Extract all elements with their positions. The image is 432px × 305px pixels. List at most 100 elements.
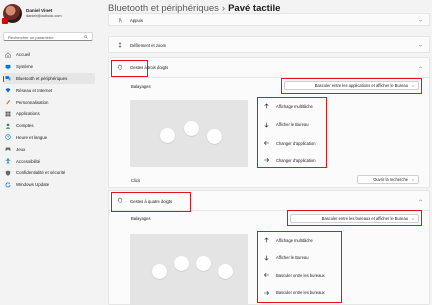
sidebar-item-jeux[interactable]: Jeux bbox=[3, 143, 95, 155]
four-finger-swipes-label: Balayages bbox=[131, 216, 151, 221]
home-icon bbox=[5, 52, 11, 58]
hand-icon bbox=[117, 197, 123, 203]
gaming-icon bbox=[5, 147, 11, 152]
network-icon bbox=[5, 88, 11, 93]
bluetooth-icon bbox=[5, 76, 11, 81]
arrow-left-icon bbox=[263, 140, 269, 146]
dropdown-value: Basculer entre les bureaux et afficher l… bbox=[321, 216, 408, 221]
chevron-up-icon[interactable] bbox=[418, 198, 423, 203]
sidebar-item-windows-update[interactable]: Windows Update bbox=[3, 179, 95, 191]
sidebar-item-label: Heure et langue bbox=[16, 134, 48, 140]
time-language-icon bbox=[5, 134, 11, 141]
arrow-right-icon bbox=[264, 157, 270, 163]
four-finger-swipes-dropdown[interactable]: Basculer entre les bureaux et afficher l… bbox=[290, 214, 419, 223]
sidebar-item-heure-langue[interactable]: Heure et langue bbox=[3, 132, 95, 144]
finger-dot bbox=[184, 121, 199, 136]
chevron-down-icon bbox=[411, 218, 415, 220]
three-finger-title[interactable]: Gestes à trois doigts bbox=[130, 65, 168, 70]
avatar-badge bbox=[2, 18, 8, 24]
three-finger-option-down[interactable]: Afficher le Bureau bbox=[263, 120, 308, 130]
finger-dot bbox=[218, 264, 233, 279]
user-profile[interactable]: Daniel Vinet danielt@outlook.com bbox=[2, 4, 62, 24]
arrow-left-icon bbox=[263, 272, 269, 278]
sidebar-item-comptes[interactable]: Comptes bbox=[3, 120, 95, 132]
system-icon bbox=[5, 64, 11, 69]
divider bbox=[108, 77, 430, 78]
option-label: Afficher le Bureau bbox=[276, 122, 309, 127]
search-icon bbox=[84, 35, 88, 39]
tap-icon bbox=[119, 17, 123, 23]
option-label: Changer d'application bbox=[276, 140, 316, 146]
accessibility-icon bbox=[5, 158, 11, 164]
sidebar-item-reseau[interactable]: Réseau et Internet bbox=[3, 84, 95, 96]
arrow-right-icon bbox=[264, 290, 270, 295]
four-finger-title[interactable]: Gestes à quatre doigts bbox=[130, 199, 172, 204]
option-label: Changer d'application bbox=[276, 157, 316, 163]
sidebar-item-label: Système bbox=[16, 64, 34, 70]
hand-icon bbox=[117, 64, 123, 70]
four-finger-option-left[interactable]: Basculer entre les bureaux bbox=[263, 270, 325, 280]
accounts-icon bbox=[5, 123, 11, 129]
sidebar-item-accueil[interactable]: Accueil bbox=[3, 49, 95, 61]
shield-icon bbox=[5, 170, 11, 176]
sidebar-item-label: Jeux bbox=[16, 146, 26, 152]
avatar bbox=[2, 4, 22, 24]
option-label: Affichage multitâche bbox=[276, 237, 313, 243]
finger-dot bbox=[207, 129, 222, 144]
sidebar-item-systeme[interactable]: Système bbox=[3, 61, 95, 73]
windows-update-icon bbox=[5, 182, 11, 188]
profile-email: danielt@outlook.com bbox=[26, 14, 62, 18]
chevron-down-icon bbox=[418, 44, 423, 47]
sidebar-item-label: Applications bbox=[16, 111, 40, 117]
three-finger-taps-dropdown[interactable]: Ouvrir la recherche bbox=[357, 175, 419, 184]
dropdown-value: Basculer entre les applications et affic… bbox=[314, 83, 408, 88]
four-finger-option-up[interactable]: Affichage multitâche bbox=[263, 235, 313, 245]
sidebar-item-label: Confidentialité et sécurité bbox=[16, 170, 66, 176]
sidebar-item-label: Comptes bbox=[16, 123, 34, 129]
sidebar-item-confidentialite[interactable]: Confidentialité et sécurité bbox=[3, 167, 95, 179]
finger-dot bbox=[152, 264, 167, 279]
divider bbox=[108, 210, 430, 211]
arrow-down-icon bbox=[264, 255, 269, 261]
search-placeholder: Rechercher un paramètre bbox=[8, 35, 54, 40]
finger-dot bbox=[174, 256, 189, 271]
three-finger-option-left[interactable]: Changer d'application bbox=[263, 138, 315, 148]
four-finger-option-right[interactable]: Basculer entre les bureaux bbox=[263, 288, 325, 298]
three-finger-option-right[interactable]: Changer d'application bbox=[263, 155, 315, 165]
three-finger-taps-label: Clics bbox=[131, 178, 141, 183]
option-label: Affichage multitâche bbox=[276, 103, 313, 109]
appuis-card[interactable]: Appuis bbox=[108, 13, 430, 26]
arrow-down-icon bbox=[264, 122, 269, 128]
personalization-icon bbox=[6, 99, 11, 105]
three-finger-option-up[interactable]: Affichage multitâche bbox=[263, 101, 313, 111]
arrow-up-icon bbox=[264, 103, 269, 109]
sidebar-item-personnalisation[interactable]: Personnalisation bbox=[3, 96, 95, 108]
sidebar-item-bluetooth[interactable]: Bluetooth et périphériques bbox=[3, 72, 95, 85]
sidebar-nav: Accueil Système Bluetooth et périphériqu… bbox=[3, 49, 95, 191]
scroll-zoom-label: Défilement et zoom bbox=[130, 42, 167, 48]
scroll-zoom-card[interactable]: Défilement et zoom bbox=[108, 36, 430, 53]
three-finger-illustration bbox=[130, 100, 248, 167]
option-label: Afficher le Bureau bbox=[276, 255, 309, 260]
option-label: Basculer entre les bureaux bbox=[276, 290, 325, 295]
apps-icon bbox=[5, 111, 11, 117]
chevron-down-icon bbox=[418, 19, 423, 22]
sidebar-item-label: Accessibilité bbox=[16, 158, 41, 164]
scroll-icon bbox=[118, 42, 122, 48]
option-label: Basculer entre les bureaux bbox=[276, 272, 325, 278]
search-input[interactable]: Rechercher un paramètre bbox=[3, 32, 93, 41]
sidebar: Daniel Vinet danielt@outlook.com Recherc… bbox=[0, 0, 97, 305]
three-finger-swipes-label: Balayages bbox=[131, 84, 151, 89]
arrow-up-icon bbox=[264, 237, 269, 243]
sidebar-item-applications[interactable]: Applications bbox=[3, 108, 95, 120]
chevron-up-icon[interactable] bbox=[418, 65, 423, 70]
finger-dot bbox=[196, 256, 211, 271]
four-finger-illustration bbox=[130, 234, 248, 305]
sidebar-item-label: Accueil bbox=[16, 52, 31, 58]
sidebar-item-accessibilite[interactable]: Accessibilité bbox=[3, 155, 95, 167]
sidebar-item-label: Réseau et Internet bbox=[16, 87, 53, 93]
four-finger-option-down[interactable]: Afficher le Bureau bbox=[263, 253, 308, 263]
three-finger-swipes-dropdown[interactable]: Basculer entre les applications et affic… bbox=[284, 81, 419, 90]
sidebar-item-label: Bluetooth et périphériques bbox=[16, 75, 68, 81]
dropdown-value: Ouvrir la recherche bbox=[373, 177, 408, 182]
